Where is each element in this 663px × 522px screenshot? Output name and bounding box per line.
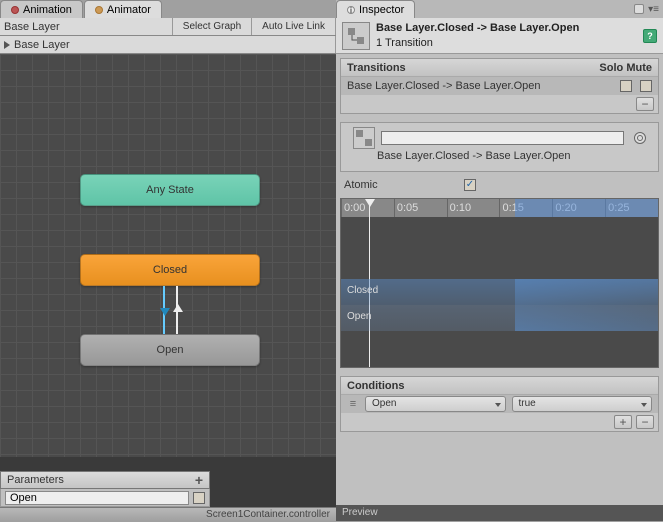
transition-title: Base Layer.Closed -> Base Layer.Open bbox=[376, 21, 637, 35]
node-any-state[interactable]: Any State bbox=[80, 174, 260, 206]
condition-row: ≡ Open true bbox=[341, 395, 658, 413]
base-layer-label: Base Layer bbox=[14, 39, 70, 51]
solo-checkbox[interactable] bbox=[620, 80, 632, 92]
transitions-label: Transitions bbox=[347, 62, 406, 74]
transition-closed-to-open[interactable] bbox=[163, 286, 165, 334]
node-label: Any State bbox=[146, 184, 194, 196]
node-label: Open bbox=[157, 344, 184, 356]
track-label: Closed bbox=[347, 285, 378, 296]
base-layer-button[interactable]: Base Layer bbox=[0, 36, 336, 53]
tick: 0:05 bbox=[394, 199, 447, 217]
conditions-label: Conditions bbox=[347, 380, 404, 392]
tab-inspector[interactable]: i Inspector bbox=[336, 0, 415, 18]
parameter-checkbox[interactable] bbox=[193, 492, 205, 504]
tab-animator[interactable]: Animator bbox=[84, 0, 162, 18]
preview-bar[interactable]: Preview bbox=[336, 505, 663, 521]
parameters-label: Parameters bbox=[7, 474, 64, 486]
transition-icon bbox=[342, 22, 370, 50]
timeline-ruler[interactable]: 0:00 0:05 0:10 0:15 0:20 0:25 bbox=[341, 199, 658, 217]
transition-name-label: Base Layer.Closed -> Base Layer.Open bbox=[377, 150, 571, 162]
transition-open-to-closed[interactable] bbox=[176, 286, 178, 334]
add-condition-button[interactable]: + bbox=[614, 415, 632, 429]
node-label: Closed bbox=[153, 264, 187, 276]
track-open[interactable]: Open bbox=[341, 305, 658, 331]
record-icon bbox=[11, 6, 19, 14]
track-label: Open bbox=[347, 311, 371, 322]
transition-graphic-icon bbox=[353, 127, 375, 149]
remove-transition-button[interactable]: − bbox=[636, 97, 654, 111]
breadcrumb-label: Base Layer bbox=[4, 21, 60, 33]
transition-name-input[interactable] bbox=[381, 131, 624, 145]
play-icon bbox=[4, 41, 10, 49]
atomic-checkbox[interactable] bbox=[464, 179, 476, 191]
lock-icon[interactable] bbox=[634, 4, 644, 14]
solo-mute-labels: Solo Mute bbox=[599, 62, 652, 74]
parameter-name-input[interactable] bbox=[5, 491, 189, 505]
settings-icon[interactable] bbox=[634, 132, 646, 144]
mute-checkbox[interactable] bbox=[640, 80, 652, 92]
tab-label: Inspector bbox=[359, 4, 404, 16]
transition-subtitle: 1 Transition bbox=[376, 36, 637, 50]
transition-list-item[interactable]: Base Layer.Closed -> Base Layer.Open bbox=[341, 77, 658, 95]
transition-timeline[interactable]: 0:00 0:05 0:10 0:15 0:20 0:25 Closed Ope… bbox=[340, 198, 659, 368]
condition-value-dropdown[interactable]: true bbox=[512, 396, 653, 412]
node-closed[interactable]: Closed bbox=[80, 254, 260, 286]
status-bar: Screen1Container.controller bbox=[0, 507, 336, 521]
transition-item-label: Base Layer.Closed -> Base Layer.Open bbox=[347, 80, 612, 92]
tick: 0:10 bbox=[447, 199, 500, 217]
select-graph-button[interactable]: Select Graph bbox=[173, 18, 252, 35]
info-icon: i bbox=[347, 6, 355, 14]
animator-icon bbox=[95, 6, 103, 14]
track-closed[interactable]: Closed bbox=[341, 279, 658, 305]
auto-live-link-button[interactable]: Auto Live Link bbox=[252, 18, 336, 35]
tab-label: Animation bbox=[23, 4, 72, 16]
remove-condition-button[interactable]: − bbox=[636, 415, 654, 429]
node-open[interactable]: Open bbox=[80, 334, 260, 366]
panel-menu-icon[interactable]: ▾≡ bbox=[648, 4, 659, 15]
parameter-row[interactable] bbox=[0, 489, 210, 507]
tab-animation[interactable]: Animation bbox=[0, 0, 83, 18]
tab-label: Animator bbox=[107, 4, 151, 16]
animator-graph[interactable]: Any State Closed Open bbox=[0, 54, 336, 457]
drag-handle-icon[interactable]: ≡ bbox=[347, 398, 359, 410]
help-icon[interactable]: ? bbox=[643, 29, 657, 43]
parameters-panel: Parameters + bbox=[0, 471, 210, 507]
condition-param-dropdown[interactable]: Open bbox=[365, 396, 506, 412]
add-parameter-button[interactable]: + bbox=[195, 472, 203, 488]
atomic-label: Atomic bbox=[344, 179, 464, 191]
breadcrumb-base-layer[interactable]: Base Layer bbox=[0, 18, 173, 35]
transition-range[interactable] bbox=[515, 199, 658, 217]
